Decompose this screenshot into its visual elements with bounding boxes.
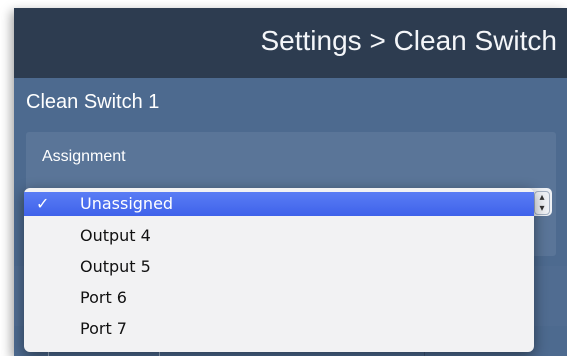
menu-item-label: Output 5: [80, 257, 151, 276]
settings-window: Settings > Clean Switch Clean Switch 1 A…: [14, 8, 567, 356]
page-title: Settings > Clean Switch: [260, 25, 558, 56]
menu-item-label: Unassigned: [80, 194, 174, 213]
menu-item-port-7[interactable]: Port 7: [24, 313, 534, 344]
updown-arrows-icon[interactable]: ▴ ▾: [534, 191, 550, 215]
menu-item-port-6[interactable]: Port 6: [24, 282, 534, 313]
menu-item-unassigned[interactable]: ✓ Unassigned: [24, 192, 534, 216]
menu-item-output-4[interactable]: Output 4: [24, 220, 534, 251]
title-bar: Settings > Clean Switch: [14, 8, 567, 78]
menu-item-label: Port 7: [80, 319, 127, 338]
assignment-label: Assignment: [42, 148, 126, 165]
menu-item-label: Port 6: [80, 288, 127, 307]
clean-switch-title: Clean Switch 1: [26, 91, 160, 113]
check-icon: ✓: [36, 194, 50, 213]
menu-item-label: Output 4: [80, 226, 151, 245]
menu-item-output-5[interactable]: Output 5: [24, 251, 534, 282]
assignment-dropdown-menu: ✓ Unassigned Output 4 Output 5 Port 6 Po…: [24, 188, 534, 352]
